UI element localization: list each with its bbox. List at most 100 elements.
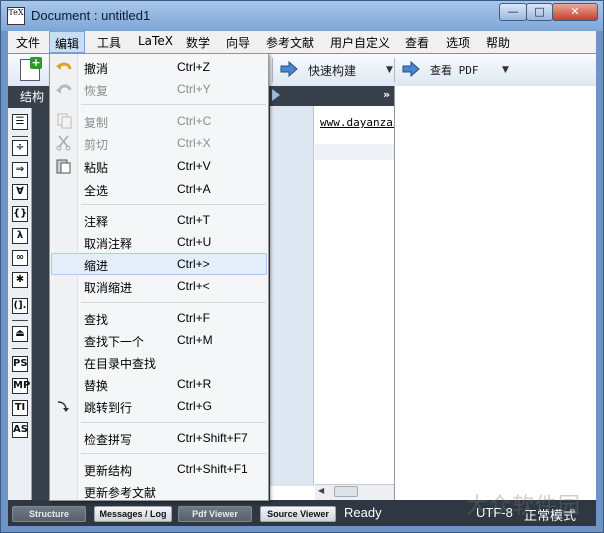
menu-file[interactable]: 文件 (16, 34, 40, 51)
goto-line-icon (57, 401, 69, 412)
arrow-right-icon (280, 61, 298, 77)
menu-item-label: 更新结构 (84, 464, 133, 478)
brackets-icon[interactable]: (]. (12, 298, 28, 314)
menu-item-shortcut: Ctrl+X (177, 136, 211, 150)
scrollbar-thumb[interactable] (334, 486, 358, 497)
menu-separator (81, 204, 266, 205)
metapost-icon[interactable]: MP (12, 378, 30, 394)
menu-wizard[interactable]: 向导 (226, 34, 250, 51)
tab-arrow-icon[interactable] (272, 89, 280, 101)
pdf-viewer-button[interactable]: Pdf Viewer (178, 506, 252, 522)
menu-item-shortcut: Ctrl+V (177, 159, 211, 173)
menu-item-find-in-dir[interactable]: 在目录中查找 (51, 351, 267, 373)
arrows-icon[interactable]: ⇒ (12, 162, 28, 178)
menu-user[interactable]: 用户自定义 (330, 34, 390, 51)
watermark: 大众软件园 (466, 494, 582, 519)
menu-item-label: 粘贴 (84, 161, 109, 175)
scroll-left-icon[interactable]: ◀ (318, 486, 324, 495)
menu-separator (81, 453, 266, 454)
menu-bar: 文件 编辑 工具 LaTeX 数学 向导 参考文献 用户自定义 查看 选项 帮助 (8, 31, 596, 53)
menu-view[interactable]: 查看 (405, 34, 429, 51)
infinity-icon[interactable]: ∞ (12, 250, 28, 266)
menu-item-spellcheck[interactable]: 检查拼写 Ctrl+Shift+F7 (51, 427, 267, 449)
paste-icon (56, 159, 71, 174)
user-icon[interactable]: ⏏ (12, 326, 28, 342)
misc-math-icon[interactable]: ∀ (12, 184, 28, 200)
sidebar-divider (12, 320, 28, 321)
structure-tab[interactable]: 结构 (20, 88, 44, 105)
menu-item-shortcut: Ctrl+U (177, 235, 212, 249)
pstricks-icon[interactable]: PS (12, 356, 28, 372)
more-tabs-icon[interactable]: » (383, 88, 390, 101)
menu-item-indent[interactable]: 缩进 Ctrl+> (51, 253, 267, 275)
menu-bibliography[interactable]: 参考文献 (266, 34, 314, 51)
plus-icon: + (30, 56, 42, 69)
copy-icon (57, 113, 72, 129)
menu-item-find[interactable]: 查找 Ctrl+F (51, 307, 267, 329)
delimiters-icon[interactable]: {} (12, 206, 28, 222)
menu-item-label: 复制 (84, 116, 109, 130)
quick-build-button[interactable]: 快速构建 ▼ (280, 59, 398, 81)
menu-item-shortcut: Ctrl+Y (177, 82, 211, 96)
menu-item-label: 查找下一个 (84, 335, 145, 349)
menu-item-label: 全选 (84, 184, 109, 198)
menu-separator (81, 302, 266, 303)
texmaker-logo-icon: TeX (7, 7, 25, 25)
quick-build-label: 快速构建 (308, 64, 357, 78)
menu-edit[interactable]: 编辑 (49, 31, 86, 53)
menu-item-label: 撤消 (84, 62, 109, 76)
code-line[interactable]: www.dayanzai.me (320, 116, 394, 129)
menu-item-shortcut: Ctrl+Shift+F1 (177, 462, 248, 476)
menu-latex[interactable]: LaTeX (138, 34, 173, 48)
window-title: Document : untitled1 (31, 8, 151, 23)
greek-icon[interactable]: λ (12, 228, 28, 244)
menu-item-undo[interactable]: 撤消 Ctrl+Z (51, 56, 267, 78)
menu-help[interactable]: 帮助 (486, 34, 510, 51)
asterisk-icon[interactable]: ✱ (12, 272, 28, 288)
menu-item-refresh-bibliography[interactable]: 更新参考文献 (51, 480, 267, 502)
menu-item-cut[interactable]: 剪切 Ctrl+X (51, 132, 267, 154)
relation-icon[interactable]: ÷ (12, 140, 28, 156)
structure-toggle-button[interactable]: Structure (12, 506, 86, 522)
menu-item-label: 注释 (84, 215, 109, 229)
menu-item-paste[interactable]: 粘贴 Ctrl+V (51, 155, 267, 177)
menu-options[interactable]: 选项 (446, 34, 470, 51)
toolbar-separator (394, 58, 395, 82)
menu-item-label: 缩进 (84, 259, 109, 273)
menu-item-comment[interactable]: 注释 Ctrl+T (51, 209, 267, 231)
chevron-down-icon[interactable]: ▼ (502, 65, 509, 75)
menu-item-select-all[interactable]: 全选 Ctrl+A (51, 178, 267, 200)
edit-menu: 撤消 Ctrl+Z 恢复 Ctrl+Y 复制 Ctrl+C 剪切 Ctrl+X (49, 53, 269, 501)
asymptote-icon[interactable]: AS (12, 422, 28, 438)
menu-item-label: 在目录中查找 (84, 357, 157, 371)
tikz-icon[interactable]: TI (12, 400, 28, 416)
menu-item-shortcut: Ctrl+T (177, 213, 210, 227)
menu-item-shortcut: Ctrl+C (177, 114, 212, 128)
maximize-button[interactable]: □ (526, 3, 553, 21)
menu-item-goto-line[interactable]: 跳转到行 Ctrl+G (51, 395, 267, 417)
source-viewer-button[interactable]: Source Viewer (260, 506, 336, 522)
menu-item-label: 取消缩进 (84, 281, 133, 295)
title-bar[interactable]: TeX Document : untitled1 — □ ✕ (1, 1, 603, 31)
menu-item-copy[interactable]: 复制 Ctrl+C (51, 110, 267, 132)
menu-item-unindent[interactable]: 取消缩进 Ctrl+< (51, 275, 267, 297)
menu-math[interactable]: 数学 (186, 34, 210, 51)
menu-item-refresh-structure[interactable]: 更新结构 Ctrl+Shift+F1 (51, 458, 267, 480)
arrow-right-icon (402, 61, 420, 77)
menu-item-find-next[interactable]: 查找下一个 Ctrl+M (51, 329, 267, 351)
cut-icon (56, 135, 71, 151)
menu-item-label: 取消注释 (84, 237, 133, 251)
menu-item-shortcut: Ctrl+> (177, 257, 210, 271)
close-button[interactable]: ✕ (552, 3, 598, 21)
menu-item-shortcut: Ctrl+G (177, 399, 213, 413)
menu-item-uncomment[interactable]: 取消注释 Ctrl+U (51, 231, 267, 253)
messages-log-button[interactable]: Messages / Log (94, 506, 172, 522)
chevron-down-icon[interactable]: ▼ (386, 65, 393, 75)
pdf-viewer-pane[interactable] (394, 86, 596, 500)
menu-item-redo[interactable]: 恢复 Ctrl+Y (51, 78, 267, 100)
menu-item-replace[interactable]: 替换 Ctrl+R (51, 373, 267, 395)
minimize-button[interactable]: — (499, 3, 527, 21)
structure-icon[interactable]: ☰ (12, 114, 28, 130)
menu-tools[interactable]: 工具 (97, 34, 121, 51)
view-pdf-button[interactable]: 查看 PDF ▼ (402, 59, 514, 81)
